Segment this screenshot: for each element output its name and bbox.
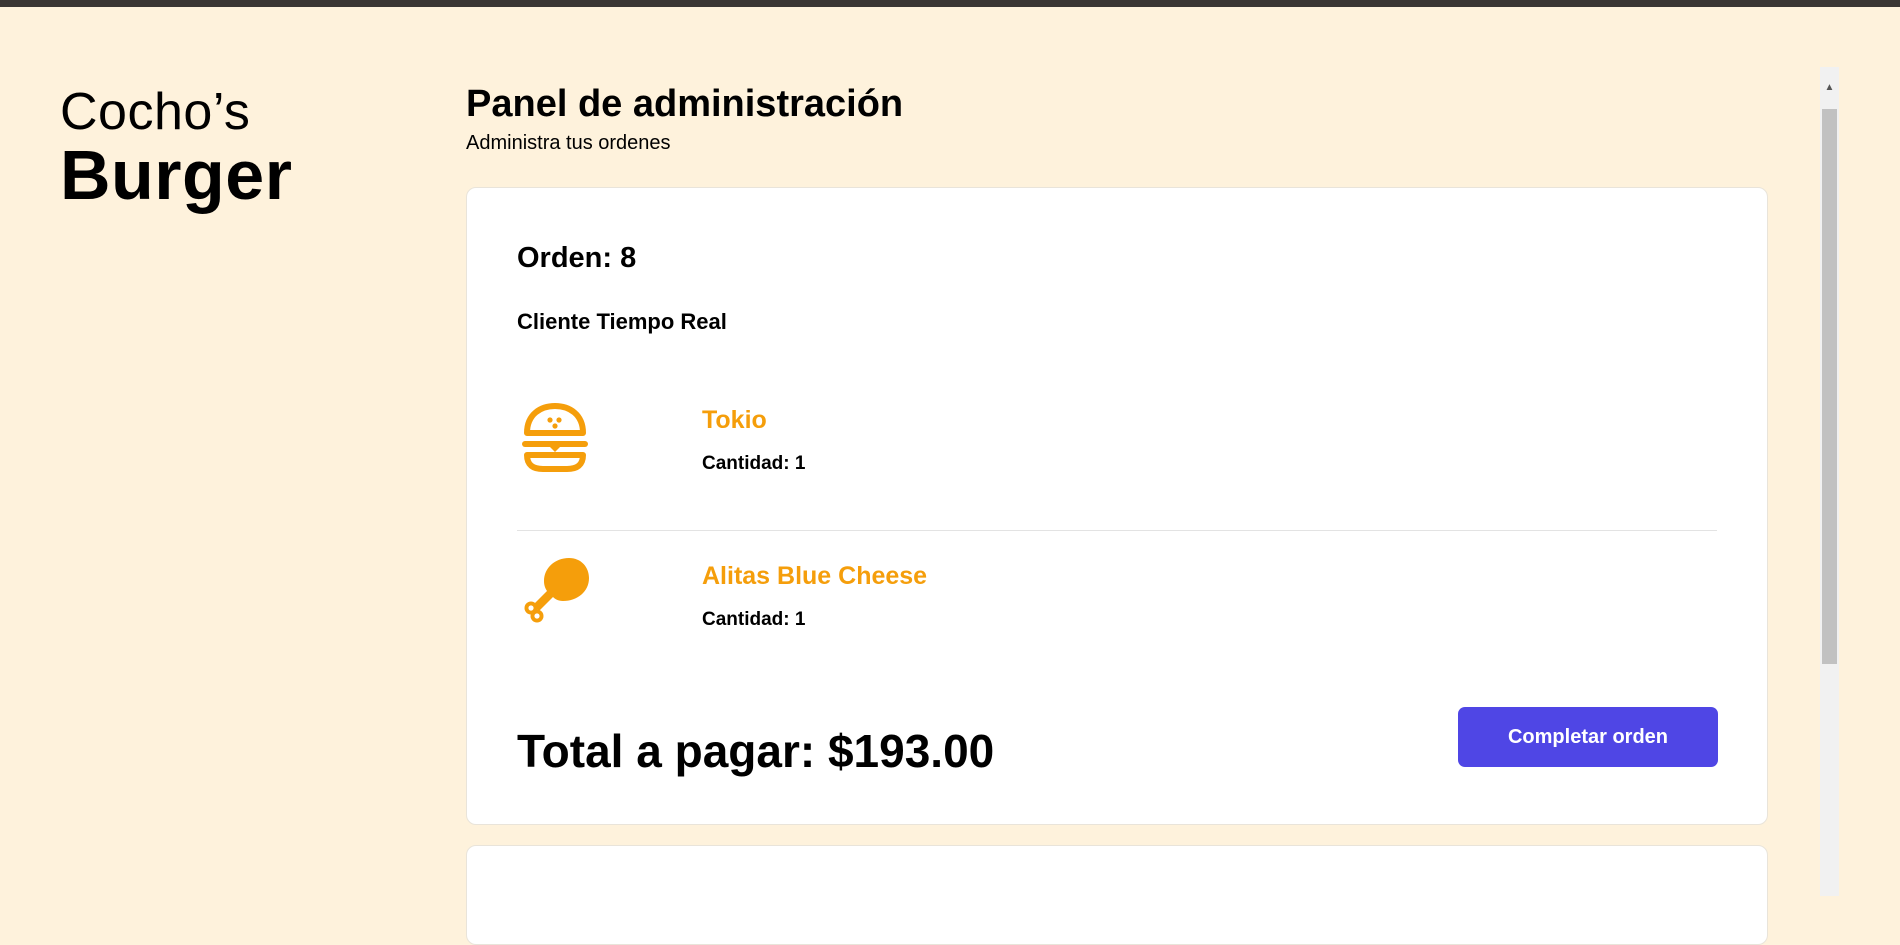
- brand-logo: Cocho’s Burger: [60, 86, 292, 210]
- order-card: [466, 845, 1768, 945]
- page-header: Panel de administración Administra tus o…: [466, 83, 904, 155]
- complete-order-button[interactable]: Completar orden: [1458, 707, 1718, 767]
- vertical-scrollbar[interactable]: ▲: [1820, 67, 1839, 896]
- order-number: Orden: 8: [517, 242, 637, 274]
- logo-line-1: Cocho’s: [60, 83, 251, 141]
- item-quantity: Cantidad: 1: [702, 453, 806, 474]
- scroll-up-arrow-icon[interactable]: ▲: [1820, 67, 1839, 108]
- order-card: Orden: 8 Cliente Tiempo Real Tokio Canti…: [466, 187, 1768, 825]
- page-title: Panel de administración: [466, 83, 904, 125]
- client-name: Cliente Tiempo Real: [517, 309, 727, 334]
- page-subtitle: Administra tus ordenes: [466, 131, 671, 154]
- order-item: Alitas Blue Cheese Cantidad: 1: [517, 556, 1717, 686]
- window-top-bar: [0, 0, 1900, 7]
- chicken-leg-icon: [524, 558, 589, 623]
- item-quantity: Cantidad: 1: [702, 609, 806, 630]
- burger-icon: [522, 403, 588, 472]
- scrollbar-thumb[interactable]: [1822, 109, 1837, 664]
- order-item: Tokio Cantidad: 1: [517, 400, 1717, 531]
- item-name: Tokio: [702, 406, 767, 434]
- order-total: Total a pagar: $193.00: [517, 725, 995, 777]
- logo-line-2: Burger: [60, 136, 293, 214]
- item-name: Alitas Blue Cheese: [702, 562, 928, 590]
